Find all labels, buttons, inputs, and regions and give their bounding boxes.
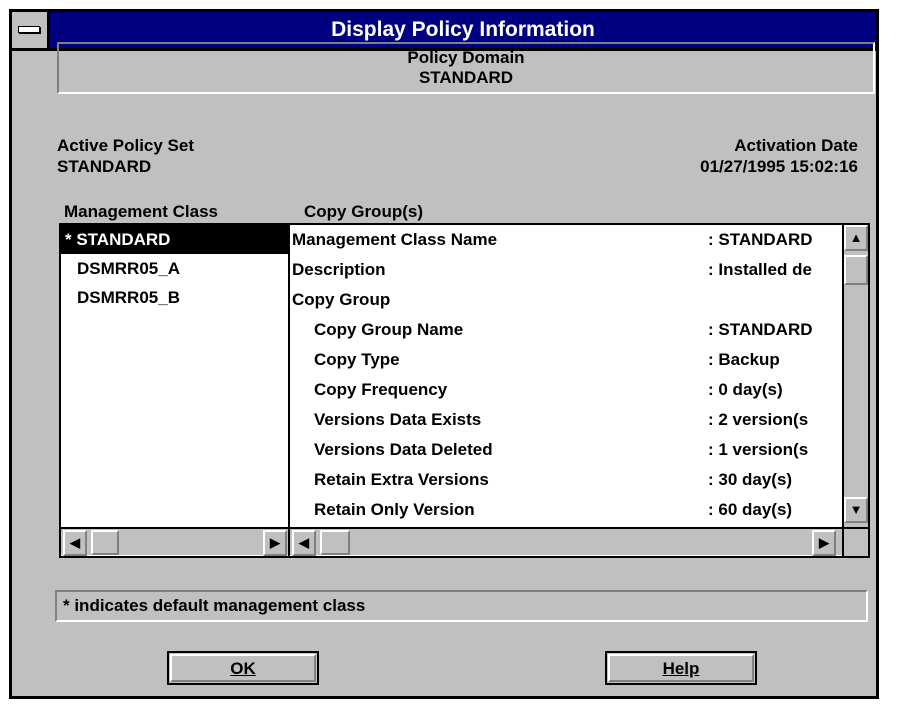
left-arrow-icon[interactable]: ◀ [292, 530, 316, 556]
system-menu-button[interactable] [12, 12, 50, 48]
activation-date-label: Activation Date [734, 136, 858, 155]
left-arrow-icon[interactable]: ◀ [63, 530, 87, 556]
active-policy-set-value: STANDARD [57, 157, 152, 176]
detail-value: : STANDARD [708, 320, 813, 339]
detail-key: Copy Type [314, 350, 400, 369]
management-class-hscrollbar[interactable]: ◀ ▶ [61, 527, 291, 556]
management-class-list[interactable]: * STANDARD DSMRR05_A DSMRR05_B ◀ ▶ [59, 223, 293, 558]
ok-button[interactable]: OK [167, 651, 319, 685]
scroll-corner [842, 527, 868, 556]
management-class-item-dsmrr05-b[interactable]: DSMRR05_B [61, 283, 289, 312]
ok-button-label: OK [170, 654, 316, 682]
detail-key: Retain Extra Versions [314, 470, 489, 489]
right-arrow-icon[interactable]: ▶ [263, 530, 287, 556]
detail-key: Management Class Name [292, 230, 498, 249]
policy-domain-box: Policy Domain STANDARD [57, 42, 875, 94]
detail-key: Copy Group [292, 290, 391, 309]
active-policy-set-label: Active Policy Set [57, 136, 195, 155]
detail-key: Copy Group Name [314, 320, 464, 339]
activation-date-value: 01/27/1995 15:02:16 [700, 157, 858, 176]
detail-value: : 1 version(s [708, 440, 809, 459]
help-button-label: Help [608, 654, 754, 682]
copy-groups-header: Copy Group(s) [304, 202, 423, 221]
detail-value: : Backup [708, 350, 780, 369]
status-bar: * indicates default management class [55, 590, 868, 622]
right-arrow-icon[interactable]: ▶ [812, 530, 836, 556]
detail-key: Retain Only Version [314, 500, 475, 519]
policy-domain-label: Policy Domain [407, 48, 525, 67]
detail-value: : STANDARD [708, 230, 813, 249]
hscroll-thumb[interactable] [320, 530, 350, 555]
detail-value: : 30 day(s) [708, 470, 793, 489]
detail-key: Versions Data Exists [314, 410, 482, 429]
down-arrow-icon[interactable]: ▼ [844, 497, 868, 523]
system-menu-icon [18, 26, 40, 33]
vscroll-thumb[interactable] [844, 255, 868, 285]
details-hscrollbar[interactable]: ◀ ▶ [290, 527, 842, 556]
detail-value: : 2 version(s [708, 410, 809, 429]
copy-group-details: Management Class Name : STANDARD Descrip… [288, 223, 870, 558]
detail-key: Versions Data Deleted [314, 440, 493, 459]
management-class-header: Management Class [64, 202, 218, 221]
help-button[interactable]: Help [605, 651, 757, 685]
up-arrow-icon[interactable]: ▲ [844, 225, 868, 251]
management-class-item-dsmrr05-a[interactable]: DSMRR05_A [61, 254, 289, 283]
policy-domain-value: STANDARD [418, 68, 514, 87]
hscroll-thumb[interactable] [91, 530, 119, 555]
detail-value: : 60 day(s) [708, 500, 793, 519]
management-class-item-standard[interactable]: * STANDARD [61, 225, 289, 254]
details-vscrollbar[interactable]: ▲ ▼ [842, 225, 868, 527]
detail-key: Copy Frequency [314, 380, 448, 399]
detail-key: Description [292, 260, 386, 279]
detail-value: : 0 day(s) [708, 380, 783, 399]
detail-value: : Installed de [708, 260, 812, 279]
